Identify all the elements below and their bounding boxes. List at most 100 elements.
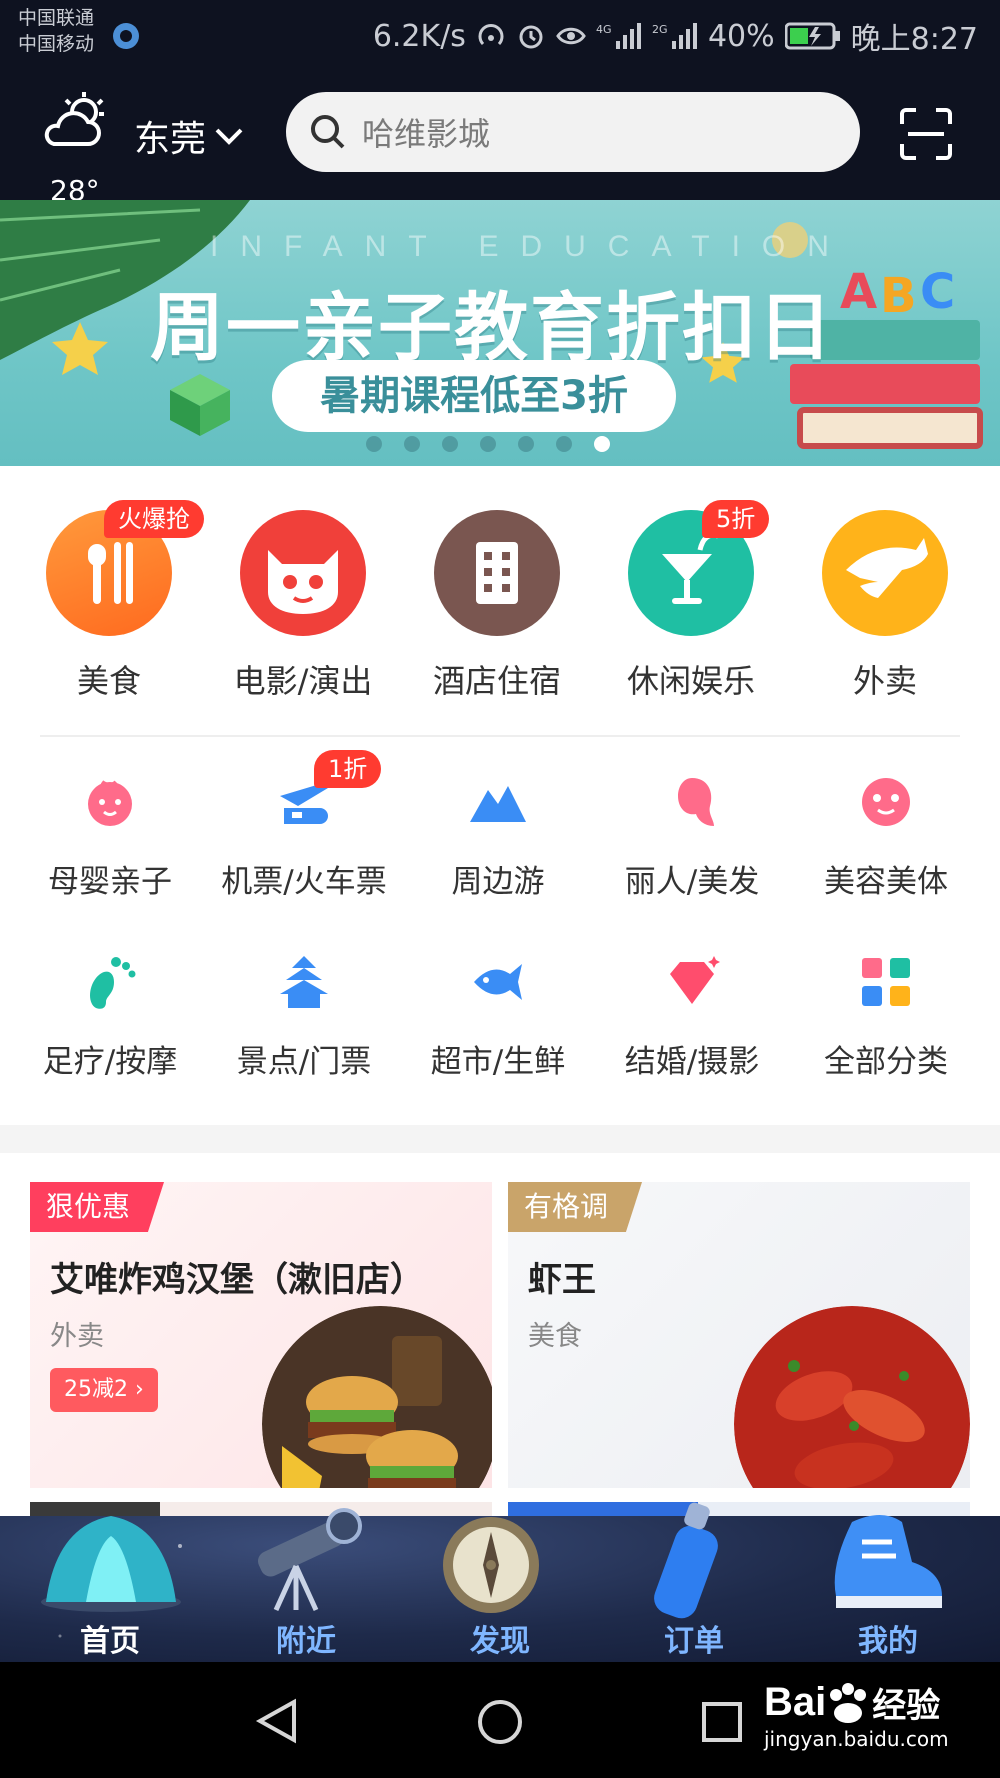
carrier-2: 中国移动	[18, 33, 95, 55]
category-label: 酒店住宿	[432, 662, 561, 700]
cat-face-icon	[268, 550, 338, 614]
fish-icon	[474, 964, 522, 1000]
telescope-icon	[258, 1508, 362, 1612]
tent-icon	[41, 1516, 181, 1612]
carousel-dot[interactable]	[404, 436, 420, 452]
category-label: 足疗/按摩	[42, 1044, 178, 1080]
category-leisure[interactable]: 休闲娱乐 5折	[582, 500, 772, 700]
card-title: 虾王	[528, 1260, 596, 1300]
category-food[interactable]: 美食 火爆抢	[0, 500, 204, 700]
watermark-suffix: 经验	[872, 1686, 941, 1726]
bottom-tab-bar: 首页 附近 发现 订单 我的	[0, 1502, 1000, 1662]
category-label: 电影/演出	[233, 662, 373, 700]
promo-banner[interactable]: A B C INFANT EDUCATION 周一亲子教育折扣日 暑期课程低至3…	[0, 200, 1000, 466]
tab-nearby[interactable]: 附近	[206, 1508, 406, 1662]
watermark-url: jingyan.baidu.com	[764, 1727, 949, 1751]
category-delivery[interactable]: 外卖	[776, 510, 966, 700]
search-placeholder: 哈维影城	[362, 115, 491, 153]
chevron-down-icon	[215, 128, 243, 145]
diamond-icon	[670, 956, 720, 1004]
hot-badge: 火爆抢	[104, 500, 204, 538]
category-nearby-travel[interactable]: 周边游	[400, 772, 596, 922]
category-baby[interactable]: 母婴亲子	[12, 772, 208, 922]
tab-discover[interactable]: 发现	[400, 1516, 600, 1662]
compass-icon	[443, 1517, 539, 1613]
mountain-icon	[470, 786, 526, 822]
back-icon[interactable]	[254, 1698, 300, 1744]
eye-icon	[556, 27, 586, 45]
card-title: 艾唯炸鸡汉堡（漱旧店）	[50, 1260, 424, 1300]
category-wedding[interactable]: 结婚/摄影	[594, 952, 790, 1102]
category-all[interactable]: 全部分类	[788, 952, 984, 1102]
carousel-dot-active[interactable]	[594, 436, 610, 452]
category-supermarket[interactable]: 超市/生鲜	[400, 952, 596, 1102]
category-cosmetics[interactable]: 美容美体	[788, 772, 984, 922]
category-tickets[interactable]: 机票/火车票 1折	[206, 750, 402, 922]
recommend-card[interactable]: 有格调 虾王 美食	[508, 1182, 970, 1488]
watermark-brand: Bai	[764, 1680, 827, 1724]
shoe-icon	[834, 1515, 942, 1608]
carousel-dot[interactable]	[442, 436, 458, 452]
tab-home[interactable]: 首页	[10, 1516, 210, 1662]
category-label: 机票/火车票	[221, 864, 387, 900]
tab-label: 附近	[276, 1624, 336, 1659]
system-nav-bar: Bai 经验 jingyan.baidu.com	[0, 1662, 1000, 1778]
discount-badge: 5折	[702, 500, 770, 538]
recent-apps-icon[interactable]	[700, 1700, 744, 1744]
status-bar: 中国联通 中国移动 6.2K/s 4G 2G 40% 晚上8:27	[0, 0, 1000, 70]
category-hotel[interactable]: 酒店住宿	[388, 510, 578, 700]
card-category: 美食	[528, 1321, 582, 1352]
battery-percent: 40%	[707, 18, 775, 54]
baidu-watermark: Bai 经验 jingyan.baidu.com	[764, 1678, 949, 1751]
category-label: 景点/门票	[236, 1044, 372, 1080]
crayfish-photo	[734, 1306, 970, 1488]
banner-title: 周一亲子教育折扣日	[150, 285, 834, 371]
carousel-dot[interactable]	[480, 436, 496, 452]
category-label: 外卖	[852, 662, 917, 700]
carousel-dot[interactable]	[518, 436, 534, 452]
category-label: 美食	[76, 662, 141, 700]
svg-text:4G: 4G	[596, 23, 612, 36]
network-speed: 6.2K/s	[372, 18, 466, 54]
carousel-dot[interactable]	[556, 436, 572, 452]
footprint-icon	[90, 957, 136, 1009]
home-icon[interactable]	[476, 1698, 524, 1746]
category-label: 母婴亲子	[48, 864, 172, 900]
banner-subtitle-en: INFANT EDUCATION	[210, 230, 851, 263]
category-beauty-hair[interactable]: 丽人/美发	[594, 772, 790, 922]
svg-text:A: A	[840, 264, 877, 320]
carrier-1: 中国联通	[18, 7, 95, 29]
category-attractions[interactable]: 景点/门票	[206, 952, 402, 1102]
weather-widget[interactable]: 28°	[40, 88, 120, 207]
card-category: 外卖	[50, 1321, 104, 1352]
tab-label: 我的	[858, 1624, 918, 1659]
tab-orders[interactable]: 订单	[594, 1502, 794, 1662]
bottle-icon	[654, 1502, 718, 1619]
cloudy-sun-icon	[44, 92, 104, 146]
tab-mine[interactable]: 我的	[788, 1515, 988, 1662]
deal-button[interactable]: 25减2 ›	[50, 1368, 158, 1412]
tab-label: 首页	[80, 1624, 140, 1659]
header-bar: 28° 东莞 哈维影城	[0, 70, 1000, 207]
banner-pill: 暑期课程低至3折	[272, 360, 676, 432]
woman-hair-icon	[678, 778, 714, 826]
card-tag: 有格调	[508, 1182, 643, 1232]
kangaroo-icon	[846, 538, 928, 598]
app-notification-icon	[113, 23, 139, 49]
category-movie[interactable]: 电影/演出	[194, 510, 384, 700]
carousel-dot[interactable]	[366, 436, 382, 452]
category-label: 全部分类	[824, 1044, 948, 1080]
category-label: 丽人/美发	[624, 864, 760, 900]
category-delivery-circle	[822, 510, 948, 636]
hotspot-icon	[478, 24, 504, 46]
category-label: 美容美体	[824, 864, 948, 900]
category-massage[interactable]: 足疗/按摩	[12, 952, 208, 1102]
recommend-card[interactable]: 狠优惠 艾唯炸鸡汉堡（漱旧店） 外卖 25减2 ›	[30, 1182, 492, 1488]
svg-text:B: B	[880, 268, 917, 324]
scan-icon[interactable]	[900, 108, 952, 160]
city-selector[interactable]: 东莞	[134, 110, 244, 162]
discount-badge: 1折	[314, 750, 382, 788]
category-movie-circle	[240, 510, 366, 636]
search-bar[interactable]: 哈维影城	[286, 92, 860, 172]
divider	[40, 735, 960, 737]
